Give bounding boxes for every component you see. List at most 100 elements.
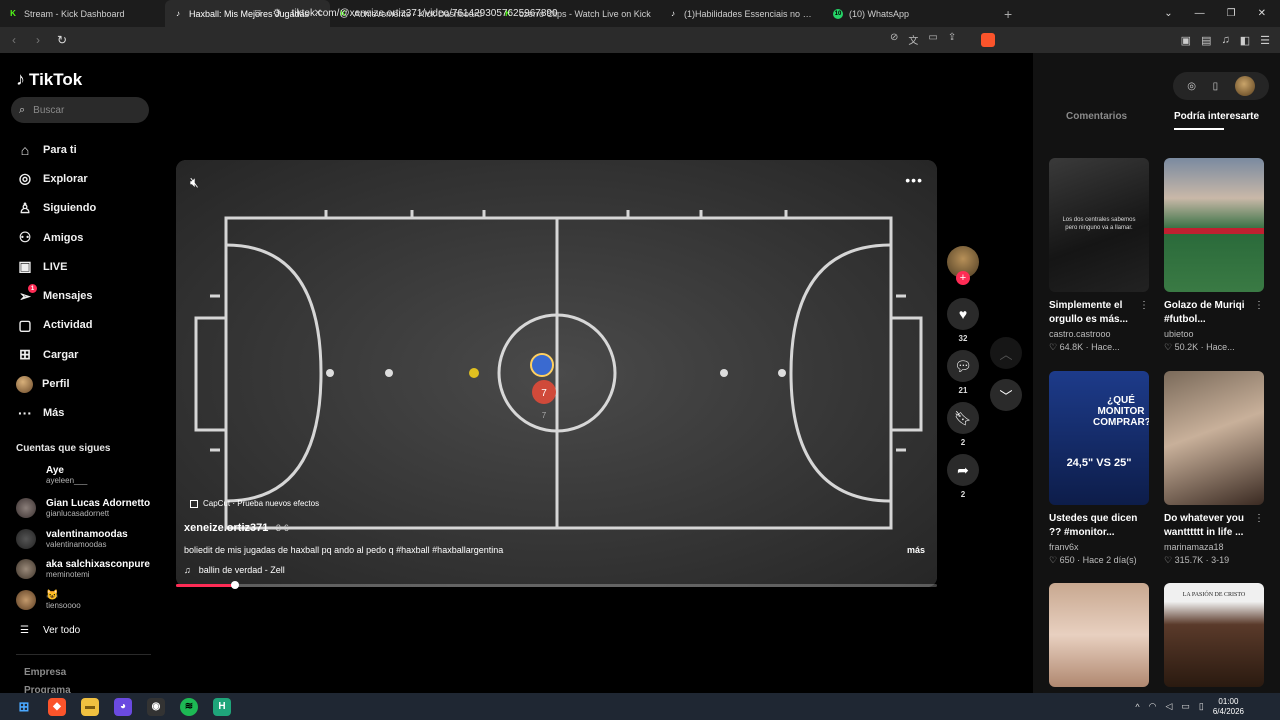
url-field[interactable]: ⌑ ⚙ tiktok.com/@xeneize.ortiz371/video/7… (255, 3, 1005, 23)
tiktok-logo[interactable]: ♪ TikTok (16, 69, 82, 90)
clock[interactable]: 01:00 6/4/2026 (1213, 697, 1244, 717)
back-icon[interactable]: ‹ (4, 33, 24, 47)
card-username[interactable]: marinamaza18 (1164, 542, 1264, 552)
forward-icon[interactable]: › (28, 33, 48, 47)
nav-item-siguiendo[interactable]: ♙ Siguiendo (16, 194, 156, 223)
suggested-video-card[interactable]: Do whatever you wantttttt in life ... ⋮ m… (1164, 371, 1264, 566)
footer-link-empresa[interactable]: Empresa (24, 667, 66, 678)
coin-icon[interactable]: ◎ (1187, 81, 1196, 92)
tab-comentarios[interactable]: Comentarios (1066, 111, 1127, 122)
share-icon[interactable]: ➦ (947, 454, 979, 486)
suggested-video-card[interactable]: LA PASIÓN DE CRISTO (1164, 583, 1264, 687)
following-item[interactable]: valentinamoodas valentinamoodas (16, 525, 166, 553)
author-name[interactable]: xeneize.ortiz371 (184, 522, 268, 534)
video-music[interactable]: ♫ ballin de verdad - Zell (184, 565, 285, 575)
following-item[interactable]: Gian Lucas Adornetto gianlucasadornett (16, 494, 166, 522)
nav-item-mensajes[interactable]: ➢ 1 Mensajes (16, 281, 156, 310)
more-vertical-icon[interactable]: ⋮ (1254, 512, 1264, 526)
chevron-down-icon[interactable]: ⌄ (1164, 8, 1172, 19)
save-action[interactable]: 🔖︎ 2 (947, 402, 979, 447)
sidebar-toggle-icon[interactable]: ◧ (1240, 34, 1250, 47)
translate-off-icon[interactable]: ⊘ (890, 32, 898, 47)
heart-icon[interactable]: ♥ (947, 298, 979, 330)
like-action[interactable]: ♥ 32 (947, 298, 979, 343)
creator-avatar[interactable]: + (947, 246, 979, 285)
card-username[interactable]: franv6x (1049, 542, 1149, 552)
file-explorer-icon[interactable]: ▬ (81, 697, 99, 716)
close-icon[interactable]: ✕ (1258, 8, 1266, 19)
suggested-video-card[interactable]: Los dos centrales sabemos pero ninguno v… (1049, 158, 1149, 353)
share-action[interactable]: ➦ 2 (947, 454, 979, 499)
user-avatar[interactable] (1234, 76, 1255, 96)
spotify-icon[interactable]: ≋ (180, 697, 198, 716)
capcut-label[interactable]: CapCut · Prueba nuevos efectos (190, 499, 319, 508)
more-vertical-icon[interactable]: ⋮ (1254, 299, 1264, 313)
translate-icon[interactable]: 文 (908, 32, 918, 47)
card-username[interactable]: ubietoo (1164, 329, 1264, 339)
bookmark-icon[interactable]: ⌑ (255, 7, 261, 20)
battery-icon[interactable]: ▯ (1199, 701, 1204, 712)
app-icon[interactable]: H (213, 697, 231, 716)
follow-plus-icon[interactable]: + (956, 271, 970, 285)
minimize-icon[interactable]: — (1195, 8, 1205, 19)
reload-icon[interactable]: ↻ (52, 33, 72, 47)
previous-video-button[interactable]: ︿ (990, 337, 1022, 369)
network-icon[interactable]: ▭ (1181, 701, 1190, 712)
menu-icon[interactable]: ☰ (1260, 34, 1270, 47)
nav-item-para-ti[interactable]: ⌂ Para ti (16, 135, 156, 164)
nav-item-amigos[interactable]: ⚇ Amigos (16, 223, 156, 252)
restore-icon[interactable]: ❐ (1227, 8, 1236, 19)
video-thumbnail[interactable]: Los dos centrales sabemos pero ninguno v… (1049, 158, 1149, 292)
nav-item-mas[interactable]: ··· Más (16, 399, 156, 428)
card-username[interactable]: castro.castrooo (1049, 329, 1149, 339)
device-icon[interactable]: ▯ (1213, 81, 1219, 92)
brave-browser-icon[interactable]: ◆ (48, 697, 66, 716)
suggested-video-card[interactable]: ¿QUÉ MONITOR COMPRAR? 24,5" VS 25" Usted… (1049, 371, 1149, 566)
mute-icon[interactable]: 🔇︎ (190, 174, 199, 191)
new-tab-icon[interactable]: + (1004, 6, 1012, 22)
progress-handle[interactable] (230, 581, 239, 589)
more-vertical-icon[interactable]: ⋮ (1139, 299, 1149, 313)
tab-podria-interesarte[interactable]: Podría interesarte (1174, 111, 1259, 122)
video-thumbnail[interactable] (1164, 371, 1264, 505)
obs-icon[interactable]: ◉ (147, 697, 165, 716)
more-button[interactable]: más (907, 545, 925, 555)
following-item[interactable]: aka salchixasconpure meminotemi (16, 555, 166, 583)
video-player[interactable]: 7 7 🔇︎ ••• CapCut · Prueba nuevos efecto… (176, 160, 937, 587)
see-all-button[interactable]: ☰ Ver todo (20, 625, 80, 636)
chevron-up-icon[interactable]: ^ (1135, 702, 1139, 712)
rewards-icon[interactable]: ▤ (1201, 34, 1211, 47)
bookmark-icon[interactable]: 🔖︎ (947, 402, 979, 434)
brave-shields-icon[interactable] (981, 33, 995, 47)
more-options-icon[interactable]: ••• (905, 172, 923, 188)
headset-icon[interactable]: ◠ (1149, 701, 1157, 712)
wallet-icon[interactable]: ▣ (1181, 34, 1191, 47)
speaker-icon[interactable]: ◁ (1165, 701, 1172, 712)
video-thumbnail[interactable] (1049, 583, 1149, 687)
video-progress-bar[interactable] (176, 581, 937, 589)
discord-icon[interactable]: ◕ (114, 697, 132, 716)
suggested-video-card[interactable] (1049, 583, 1149, 687)
video-thumbnail[interactable] (1164, 158, 1264, 292)
comment-action[interactable]: 💬︎ 21 (947, 350, 979, 395)
search-box[interactable]: ⌕ (11, 97, 149, 123)
share-icon[interactable]: ⇪ (948, 32, 956, 47)
next-video-button[interactable]: ﹀ (990, 379, 1022, 411)
site-settings-icon[interactable]: ⚙ (273, 8, 282, 19)
windows-start-icon[interactable]: ⊞ (15, 698, 33, 716)
video-author[interactable]: xeneize.ortiz371 · 3-6 (184, 522, 289, 534)
nav-item-actividad[interactable]: ▢ Actividad (16, 311, 156, 340)
suggested-video-card[interactable]: Golazo de Muriqi #futbol... ⋮ ubietoo ♡ 5… (1164, 158, 1264, 353)
url-text[interactable]: tiktok.com/@xeneize.ortiz371/video/76142… (292, 8, 558, 19)
nav-item-live[interactable]: ▣ LIVE (16, 252, 156, 281)
search-input[interactable] (33, 104, 134, 116)
video-thumbnail[interactable]: LA PASIÓN DE CRISTO (1164, 583, 1264, 687)
following-item[interactable]: 😺 tiensoooo (16, 586, 166, 614)
comment-icon[interactable]: 💬︎ (947, 350, 979, 382)
nav-item-explorar[interactable]: ◎ Explorar (16, 164, 156, 193)
nav-item-cargar[interactable]: ⊞ Cargar (16, 340, 156, 369)
cast-icon[interactable]: ▭ (928, 32, 937, 47)
music-icon[interactable]: ♫ (1221, 34, 1229, 46)
browser-tab[interactable]: K Stream - Kick Dashboard (0, 0, 165, 27)
nav-item-perfil[interactable]: Perfil (16, 369, 156, 398)
